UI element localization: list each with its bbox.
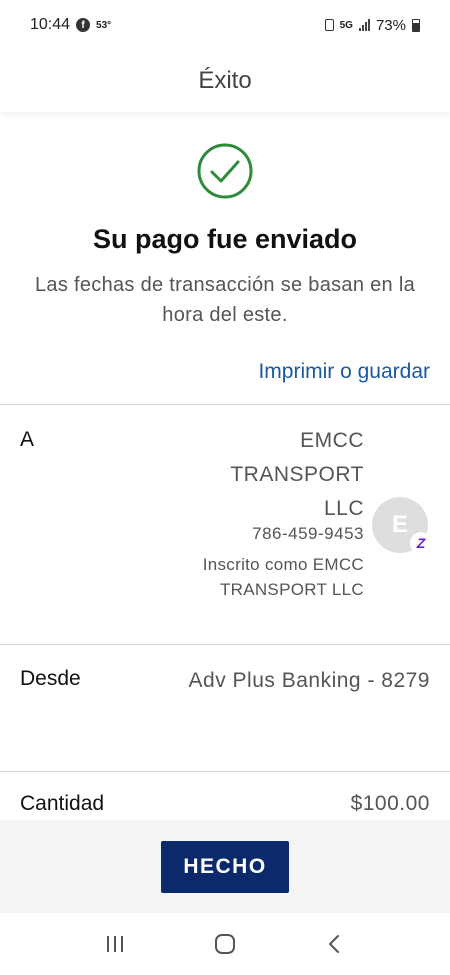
divider: [0, 404, 450, 405]
check-circle-icon: [197, 143, 253, 199]
footer: HECHO: [0, 820, 450, 913]
status-temperature: 53°: [96, 19, 112, 31]
battery-percent: 73%: [375, 16, 406, 34]
from-label: Desde: [20, 667, 81, 690]
amount-value: $100.00: [350, 792, 430, 815]
done-button[interactable]: HECHO: [161, 840, 289, 893]
recipient-name: EMCC TRANSPORT LLC: [230, 429, 364, 520]
avatar-initial: E: [391, 511, 408, 538]
main-content[interactable]: Su pago fue enviado Las fechas de transa…: [0, 112, 450, 820]
success-title: Su pago fue enviado: [92, 224, 358, 254]
system-nav-bar: [0, 913, 450, 975]
recipient-enrolled: Inscrito como EMCC TRANSPORT LLC: [202, 555, 364, 599]
signal-icon: [358, 19, 370, 31]
back-icon[interactable]: [315, 924, 355, 964]
recent-apps-icon[interactable]: [95, 924, 135, 964]
success-subtitle: Las fechas de transacción se basan en la…: [34, 274, 416, 326]
status-time: 10:44: [30, 16, 71, 33]
page-header: Éxito: [0, 50, 450, 112]
recipient-phone: 786-459-9453: [252, 524, 364, 543]
status-left: 10:44 f 53°: [30, 16, 111, 34]
from-account: Adv Plus Banking - 8279: [188, 669, 430, 692]
to-label: A: [20, 428, 35, 451]
divider: [0, 771, 450, 772]
print-or-save-link[interactable]: Imprimir o guardar: [258, 360, 430, 384]
battery-icon: [412, 18, 420, 32]
amount-label: Cantidad: [20, 792, 105, 815]
home-icon[interactable]: [205, 924, 245, 964]
zelle-icon: Z: [410, 532, 432, 554]
divider: [0, 644, 450, 645]
status-right: 5G 73%: [324, 16, 420, 34]
facebook-notification-icon: f: [76, 18, 91, 32]
page-title: Éxito: [198, 67, 252, 94]
status-bar: 10:44 f 53° 5G 73%: [0, 0, 450, 50]
network-type: 5G: [339, 19, 353, 31]
battery-saver-icon: [324, 19, 334, 31]
